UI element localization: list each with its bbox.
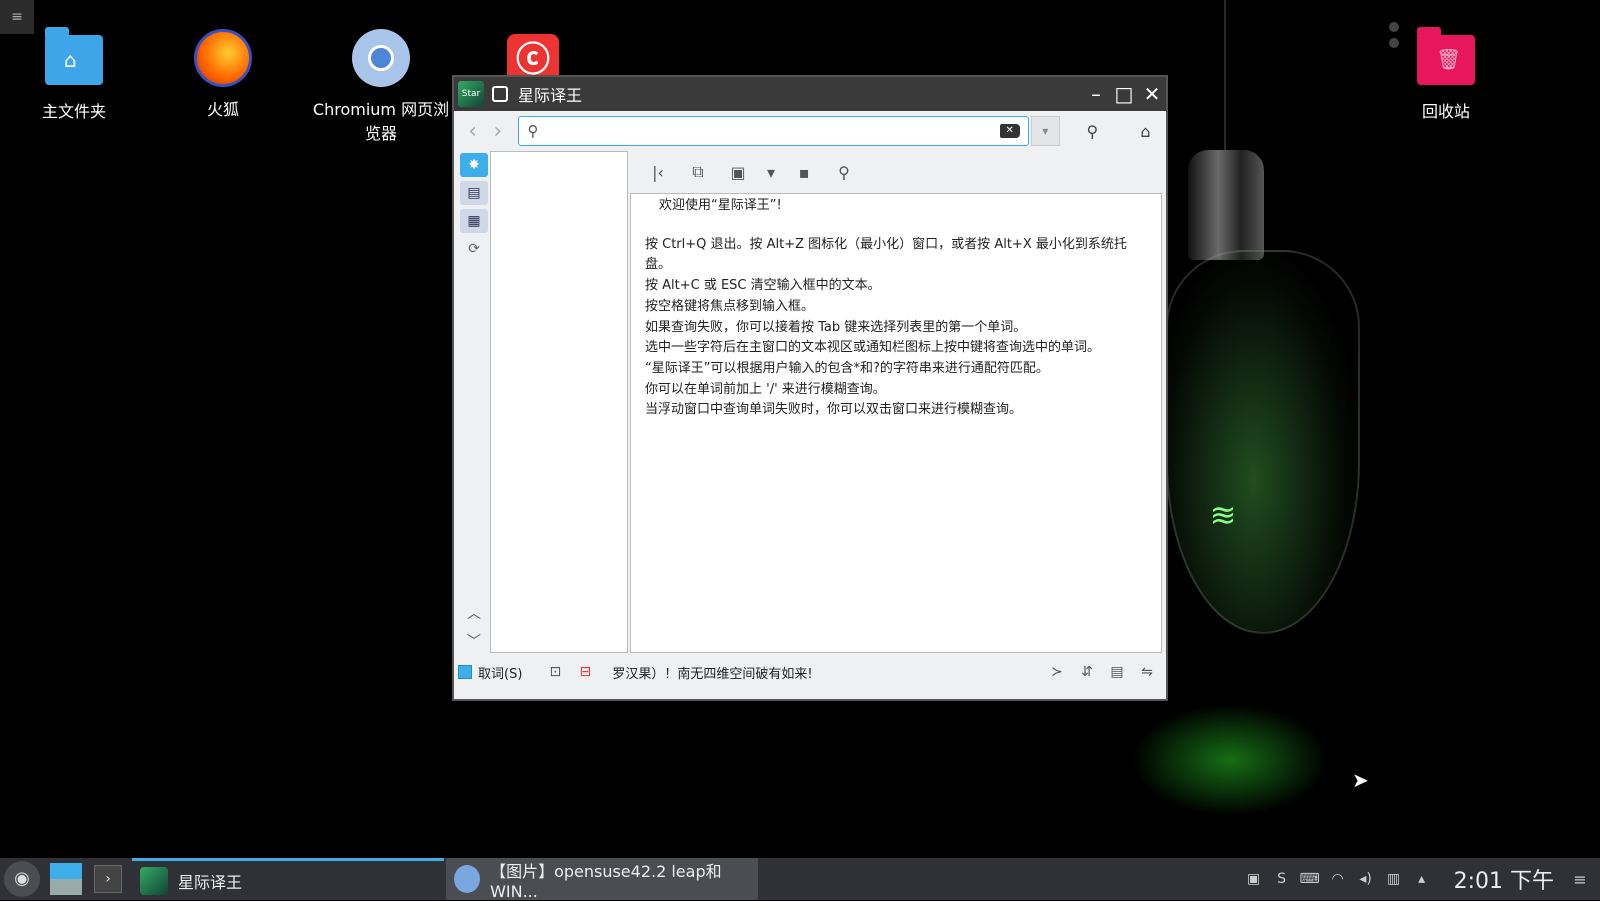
task-label: 星际译王 — [178, 872, 243, 892]
desktop: ≡ ≋ ⌂ 主文件夹 火狐 Chromium 网页浏览器 ⓒ 🗑 回收站 Sta… — [0, 0, 1600, 858]
stardict-app-icon[interactable]: Star — [458, 81, 484, 107]
word-list-panel[interactable] — [490, 151, 628, 653]
panel-menu-icon[interactable]: ≡ — [1568, 870, 1592, 889]
tip-line: 按 Alt+C 或 ESC 清空输入框中的文本。 — [645, 278, 881, 294]
scroll-up-icon[interactable]: ︿ — [458, 603, 490, 623]
tip-line: 选中一些字符后在主窗口的文本视区或通知栏图标上按中键将查询选中的单词。 — [645, 340, 1101, 356]
tree-dict-tab-button[interactable]: ▦ — [460, 209, 488, 233]
taskbar: ◉ › 星际译王 【图片】opensuse42.2 leap和WIN... ▣ … — [0, 858, 1600, 901]
wallpaper-bulb — [1166, 250, 1360, 634]
fullscreen-icon[interactable]: ≻ — [1042, 664, 1072, 680]
task-browser[interactable]: 【图片】opensuse42.2 leap和WIN... — [446, 858, 758, 901]
desktop-icon-label: 回收站 — [1421, 102, 1470, 121]
desktop-icon-label: 火狐 — [206, 100, 239, 119]
tip-line: 按空格键将焦点移到输入框。 — [645, 298, 815, 314]
status-bar: 取词(S) ⊡ ⊟ 罗汉果）！南无四维空间破有如来! ≻ ⇵ ▤ ⇋ — [458, 657, 1162, 687]
trash-icon: 🗑 — [1417, 27, 1475, 85]
quit-icon[interactable]: ⊟ — [570, 664, 600, 680]
back-button[interactable]: ‹ — [460, 119, 485, 144]
wallpaper-wire — [1224, 0, 1226, 150]
home-icon[interactable]: ⌂ — [1131, 122, 1160, 141]
mouse-cursor-icon: ➤ — [1352, 768, 1369, 792]
scroll-down-icon[interactable]: ﹀ — [458, 631, 490, 651]
tip-line: 如果查询失败，你可以接着按 Tab 键来选择列表里的第一个单词。 — [645, 319, 1027, 335]
window-body: ✸ ▤ ▦ ⟳ ︿ ﹀ |‹ ⧉ ▣ ▾ ▪ ⚲ 欢迎使用“星际译王”! 按 C… — [458, 151, 1162, 653]
copy-icon[interactable]: ⧉ — [678, 162, 718, 182]
definition-toolbar: |‹ ⧉ ▣ ▾ ▪ ⚲ — [630, 151, 1162, 193]
task-stardict[interactable]: 星际译王 — [132, 858, 444, 900]
desktop-icon-home-folder[interactable]: ⌂ 主文件夹 — [4, 27, 144, 124]
clipboard-icon[interactable]: ▥ — [1380, 871, 1408, 887]
close-button[interactable]: ✕ — [1138, 77, 1166, 111]
dict-manage-icon[interactable]: ⇵ — [1072, 664, 1102, 680]
window-titlebar[interactable]: Star 星际译王 – □ ✕ — [454, 77, 1166, 111]
volume-icon[interactable]: ◂) — [1352, 871, 1380, 887]
minimize-button[interactable]: – — [1082, 77, 1110, 111]
maximize-button[interactable]: □ — [1110, 77, 1138, 111]
stardict-task-icon — [140, 866, 168, 895]
search-toolbar: ‹ › ⚲ ✕ ▾ ⚲ ⌂ — [454, 111, 1166, 151]
show-desktop-icon[interactable] — [50, 863, 82, 895]
tip-line: 当浮动窗口中查询单词失败时，你可以双击窗口来进行模糊查询。 — [645, 402, 1023, 418]
desktop-icon-chromium[interactable]: Chromium 网页浏览器 — [311, 28, 451, 146]
notice-icon[interactable]: ⊡ — [540, 664, 570, 680]
clock[interactable]: 2:01 下午 — [1454, 863, 1554, 895]
tray-expand-icon[interactable]: ▴ — [1408, 871, 1436, 887]
window-title: 星际译王 — [518, 86, 583, 105]
tip-line: 你可以在单词前加上 '/' 来进行模糊查询。 — [645, 381, 886, 397]
dict-list-icon[interactable]: ▤ — [1102, 664, 1132, 680]
welcome-text: 欢迎使用“星际译王”! — [659, 198, 782, 213]
pronounce-icon[interactable]: ▣ — [718, 163, 758, 182]
wifi-icon[interactable]: ◠ — [1324, 871, 1352, 887]
chromium-icon — [352, 29, 410, 87]
opensuse-logo-icon: ≋ — [1209, 496, 1237, 534]
definition-pane: |‹ ⧉ ▣ ▾ ▪ ⚲ 欢迎使用“星际译王”! 按 Ctrl+Q 退出。按 A… — [630, 151, 1162, 653]
save-icon[interactable]: ▪ — [784, 163, 824, 182]
keep-above-icon[interactable] — [492, 86, 508, 102]
desktop-icon-label: 主文件夹 — [41, 102, 106, 121]
scan-checkbox[interactable] — [458, 665, 472, 679]
stardict-window: Star 星际译王 – □ ✕ ‹ › ⚲ ✕ ▾ ⚲ ⌂ ✸ ▤ ▦ ⟳ ︿ … — [452, 75, 1168, 701]
lookup-search-icon[interactable]: ⚲ — [1078, 122, 1107, 141]
desktop-menu-button[interactable]: ≡ — [0, 0, 34, 34]
tip-line: 按 Ctrl+Q 退出。按 Alt+Z 图标化（最小化）窗口，或者按 Alt+X… — [645, 236, 1127, 273]
history-dropdown-button[interactable]: ▾ — [1030, 116, 1060, 146]
clear-text-icon[interactable]: ✕ — [999, 124, 1020, 138]
system-tray: ▣ S ⌨ ◠ ◂) ▥ ▴ 2:01 下午 ≡ — [1240, 863, 1600, 895]
search-input[interactable] — [544, 118, 1000, 144]
go-first-icon[interactable]: |‹ — [638, 163, 678, 182]
left-side-toolbar: ✸ ▤ ▦ ⟳ ︿ ﹀ — [458, 151, 490, 653]
wordlist-tab-button[interactable]: ✸ — [460, 153, 488, 177]
search-icon: ⚲ — [527, 122, 539, 140]
search-box: ⚲ ✕ — [518, 116, 1029, 146]
refresh-icon[interactable]: ⟳ — [460, 237, 488, 261]
firefox-icon — [194, 29, 252, 87]
stardict-tray-icon[interactable]: ▣ — [1240, 871, 1268, 887]
terminal-icon[interactable]: › — [94, 865, 122, 893]
status-message: 罗汉果）！南无四维空间破有如来! — [612, 666, 813, 682]
definition-text-area[interactable]: 欢迎使用“星际译王”! 按 Ctrl+Q 退出。按 Alt+Z 图标化（最小化）… — [630, 193, 1162, 653]
desktop-icon-firefox[interactable]: 火狐 — [153, 28, 293, 122]
wallpaper-bulb-cap — [1188, 150, 1264, 260]
forward-button[interactable]: › — [485, 119, 510, 144]
desktop-icon-trash[interactable]: 🗑 回收站 — [1376, 27, 1516, 124]
pronounce-dropdown-icon[interactable]: ▾ — [758, 163, 784, 182]
tip-line: “星际译王”可以根据用户输入的包含*和?的字符串来进行通配符匹配。 — [645, 360, 1049, 376]
application-launcher-icon[interactable]: ◉ — [4, 861, 40, 897]
desktop-icon-label: Chromium 网页浏览器 — [312, 100, 450, 143]
preferences-icon[interactable]: ⇋ — [1132, 664, 1162, 680]
result-list-tab-button[interactable]: ▤ — [460, 181, 488, 205]
chromium-task-icon — [454, 865, 481, 893]
scan-label[interactable]: 取词(S) — [478, 663, 522, 682]
keyboard-icon[interactable]: ⌨ — [1296, 871, 1324, 887]
find-in-page-icon[interactable]: ⚲ — [824, 163, 864, 182]
task-label: 【图片】opensuse42.2 leap和WIN... — [490, 861, 722, 901]
sync-tray-icon[interactable]: S — [1268, 871, 1296, 887]
home-folder-icon: ⌂ — [45, 27, 103, 85]
